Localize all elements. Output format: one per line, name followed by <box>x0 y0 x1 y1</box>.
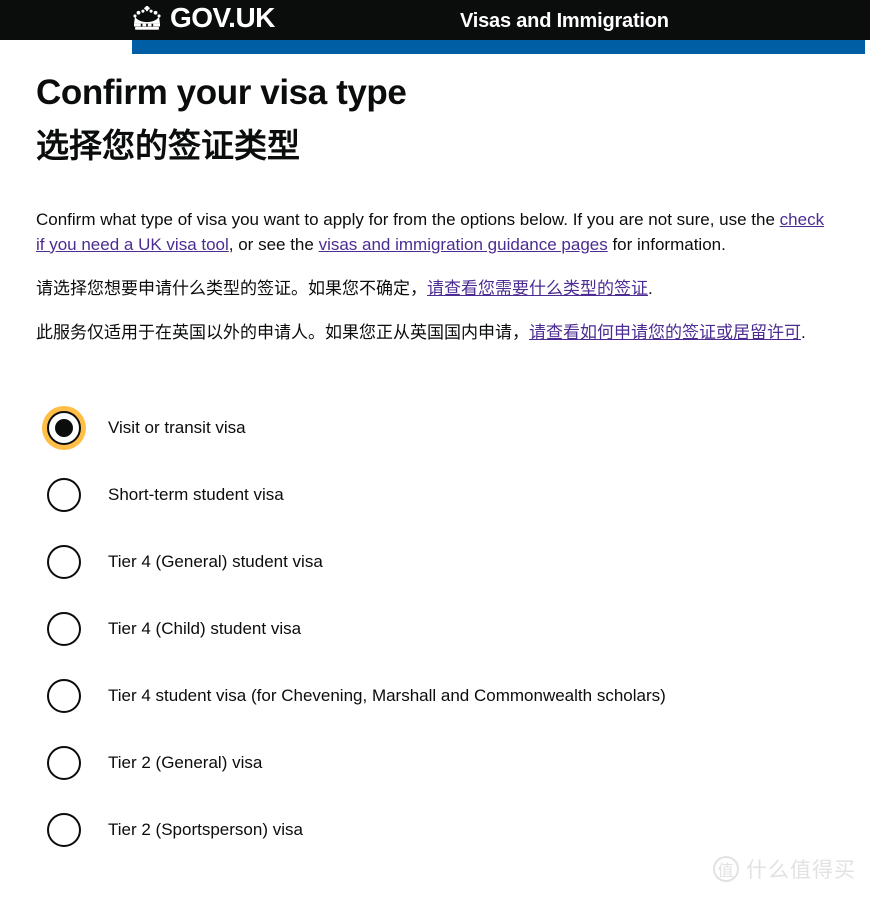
radio-circle <box>47 679 81 714</box>
intro-cn2-text-1: 此服务仅适用于在英国以外的申请人。如果您正从英国国内申请， <box>36 322 529 342</box>
site-header: GOV.UK Visas and Immigration <box>0 0 870 40</box>
radio-circle <box>47 813 81 848</box>
radio-button[interactable] <box>42 808 86 852</box>
radio-circle <box>47 746 81 781</box>
intro-paragraph-en: Confirm what type of visa you want to ap… <box>36 208 834 256</box>
page-title-en: Confirm your visa type <box>36 73 407 112</box>
radio-label: Tier 4 student visa (for Chevening, Mars… <box>108 686 666 706</box>
intro-en-text-1: Confirm what type of visa you want to ap… <box>36 210 780 230</box>
watermark: 值 什么值得买 <box>713 854 856 884</box>
page-title-cn: 选择您的签证类型 <box>36 126 300 164</box>
radio-button[interactable] <box>42 406 86 451</box>
watermark-badge-icon: 值 <box>713 856 739 882</box>
radio-circle <box>47 612 81 647</box>
service-name: Visas and Immigration <box>460 10 669 32</box>
radio-label: Visit or transit visa <box>108 418 246 438</box>
intro-cn1-text-2: . <box>648 278 653 298</box>
visa-option-row[interactable]: Tier 4 (Child) student visa <box>36 596 834 663</box>
intro-paragraph-cn-1: 请选择您想要申请什么类型的签证。如果您不确定，请查看您需要什么类型的签证. <box>36 277 834 301</box>
main-content: Confirm your visa type 选择您的签证类型 Confirm … <box>0 73 870 864</box>
radio-circle <box>47 478 81 513</box>
radio-button[interactable] <box>42 540 86 584</box>
radio-label: Short-term student visa <box>108 485 284 505</box>
crown-icon <box>130 5 164 31</box>
intro-cn2-text-2: . <box>801 322 806 342</box>
apply-inside-uk-link-cn[interactable]: 请查看如何申请您的签证或居留许可 <box>529 323 801 342</box>
visa-option-row[interactable]: Tier 2 (General) visa <box>36 730 834 797</box>
visa-type-radio-group: Visit or transit visa Short-term student … <box>36 395 834 864</box>
radio-label: Tier 2 (Sportsperson) visa <box>108 820 303 840</box>
radio-selected-dot <box>55 419 73 438</box>
radio-label: Tier 2 (General) visa <box>108 753 263 773</box>
govuk-logo-link[interactable]: GOV.UK <box>130 4 275 32</box>
intro-en-text-3: for information. <box>607 234 726 254</box>
visas-guidance-pages-link[interactable]: visas and immigration guidance pages <box>319 235 608 254</box>
radio-button[interactable] <box>42 607 86 651</box>
check-visa-type-link-cn[interactable]: 请查看您需要什么类型的签证 <box>427 279 648 298</box>
radio-label: Tier 4 (Child) student visa <box>108 619 302 639</box>
govuk-logo-text: GOV.UK <box>170 2 275 33</box>
radio-circle <box>47 545 81 580</box>
intro-paragraph-cn-2: 此服务仅适用于在英国以外的申请人。如果您正从英国国内申请，请查看如何申请您的签证… <box>36 321 834 345</box>
visa-option-row[interactable]: Short-term student visa <box>36 462 834 529</box>
visa-option-row[interactable]: Tier 4 (General) student visa <box>36 529 834 596</box>
radio-button[interactable] <box>42 741 86 785</box>
intro-cn1-text-1: 请选择您想要申请什么类型的签证。如果您不确定， <box>36 278 427 298</box>
intro-en-text-2: , or see the <box>228 234 319 254</box>
visa-option-row[interactable]: Tier 4 student visa (for Chevening, Mars… <box>36 663 834 730</box>
radio-button[interactable] <box>42 473 86 517</box>
service-accent-bar <box>132 40 865 54</box>
visa-option-row[interactable]: Visit or transit visa <box>36 395 834 462</box>
radio-label: Tier 4 (General) student visa <box>108 552 323 572</box>
watermark-text: 什么值得买 <box>746 859 856 882</box>
radio-button[interactable] <box>42 674 86 718</box>
